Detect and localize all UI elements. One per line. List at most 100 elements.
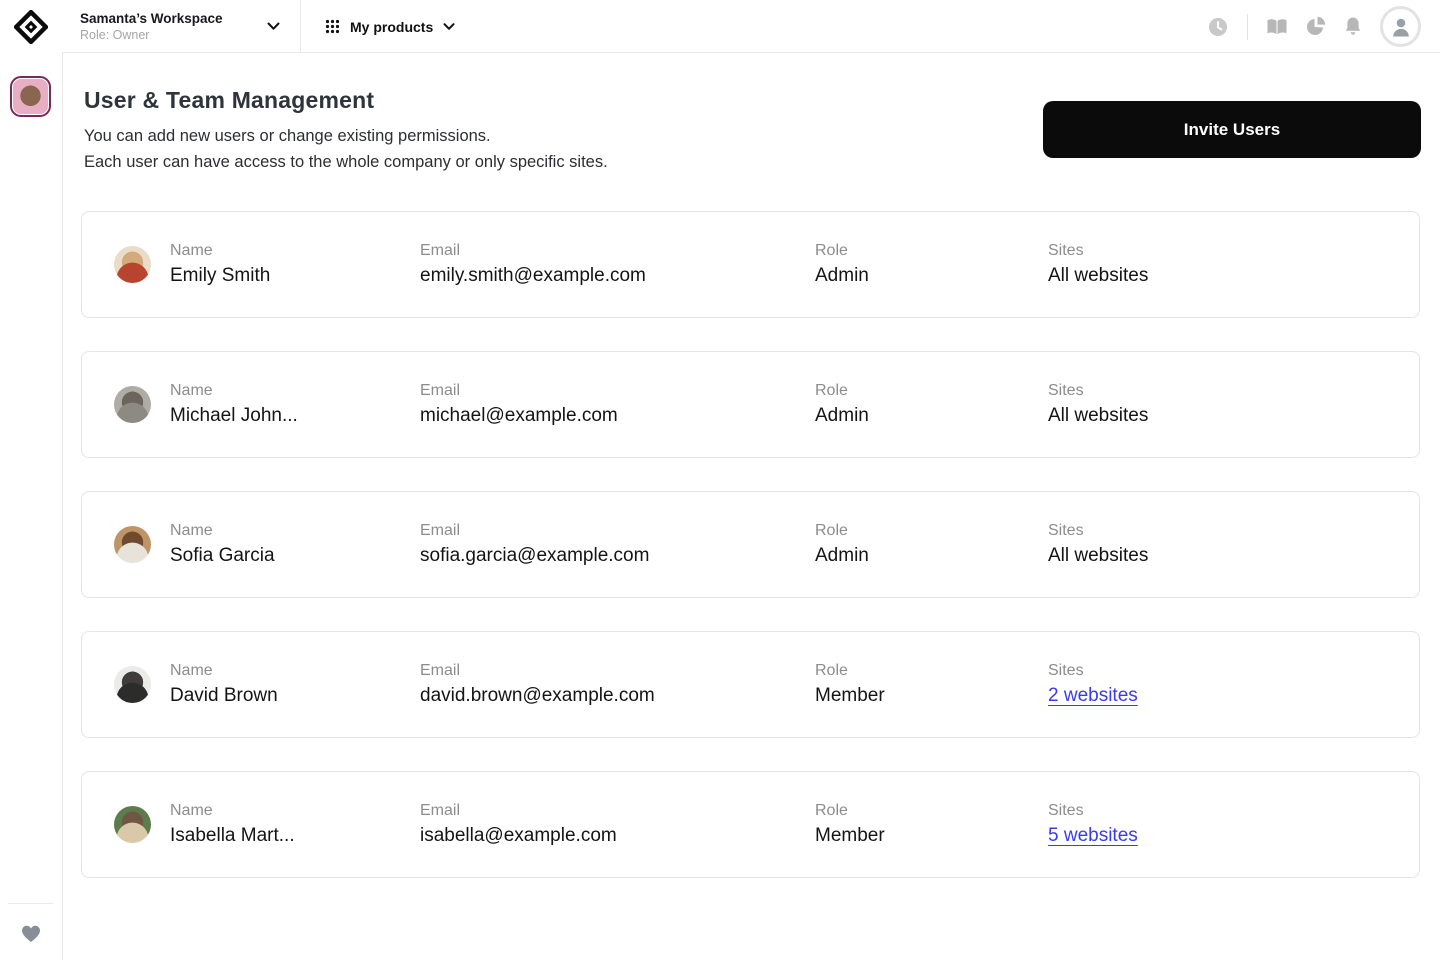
name-label: Name [170,522,213,539]
email-label: Email [420,382,461,399]
workspace-role: Role: Owner [80,28,150,42]
email-column: Email david.brown@example.com [420,662,815,707]
sites-column: Sites All websites [1048,382,1419,427]
name-label: Name [170,242,213,259]
sidebar-profile-avatar[interactable] [10,76,51,117]
sites-label: Sites [1048,802,1084,819]
user-role: Member [815,685,885,706]
name-column: Name Emily Smith [170,242,420,287]
user-name: Michael John... [170,405,298,426]
person-icon [1392,18,1409,36]
grid-dots-icon [325,19,340,34]
page-subtitle-line1: You can add new users or change existing… [84,127,491,145]
app-logo[interactable] [0,9,62,44]
page-header: User & Team Management You can add new u… [63,53,1440,175]
my-products-menu[interactable]: My products [301,19,455,35]
sidebar [0,53,63,960]
role-label: Role [815,522,848,539]
usage-pie-icon[interactable] [1304,16,1326,38]
user-sites: All websites [1048,405,1149,426]
user-avatar [114,806,151,843]
name-column: Name Michael John... [170,382,420,427]
user-email: sofia.garcia@example.com [420,545,650,566]
email-label: Email [420,522,461,539]
user-role: Admin [815,265,869,286]
user-sites[interactable]: 2 websites [1048,685,1419,707]
email-column: Email sofia.garcia@example.com [420,522,815,567]
main-content: User & Team Management You can add new u… [63,53,1440,960]
role-column: Role Member [815,662,1048,707]
user-email: michael@example.com [420,405,618,426]
user-name: Isabella Mart... [170,825,295,846]
user-sites: All websites [1048,545,1149,566]
email-label: Email [420,802,461,819]
account-avatar-button[interactable] [1380,6,1421,47]
name-label: Name [170,802,213,819]
sites-column: Sites All websites [1048,242,1419,287]
history-icon[interactable] [1207,16,1229,38]
user-row: Name Isabella Mart... Email isabella@exa… [81,771,1420,878]
role-column: Role Admin [815,242,1048,287]
sites-label: Sites [1048,662,1084,679]
topbar-actions [1207,6,1440,47]
page-title: User & Team Management [84,87,375,113]
workspace-name: Samanta’s Workspace [80,11,223,26]
email-column: Email emily.smith@example.com [420,242,815,287]
role-label: Role [815,242,848,259]
name-column: Name Sofia Garcia [170,522,420,567]
user-role: Member [815,825,885,846]
user-sites: All websites [1048,265,1149,286]
sidebar-profile-photo [13,79,48,114]
my-products-label: My products [350,18,434,35]
user-sites[interactable]: 5 websites [1048,825,1419,847]
sidebar-divider [8,903,53,904]
user-avatar [114,526,151,563]
role-column: Role Admin [815,522,1048,567]
name-column: Name Isabella Mart... [170,802,420,847]
sites-column: Sites 5 websites [1048,802,1419,847]
top-bar: Samanta’s Workspace Role: Owner My produ… [0,0,1440,53]
user-avatar [114,666,151,703]
workspace-selector[interactable]: Samanta’s Workspace Role: Owner [62,11,300,42]
sites-column: Sites All websites [1048,522,1419,567]
title-block: User & Team Management You can add new u… [84,87,608,175]
invite-users-button[interactable]: Invite Users [1043,101,1421,158]
notifications-bell-icon[interactable] [1342,16,1364,38]
user-name: Sofia Garcia [170,545,275,566]
role-label: Role [815,802,848,819]
icon-divider [1247,13,1248,40]
sites-label: Sites [1048,382,1084,399]
chevron-down-icon [267,22,280,30]
name-column: Name David Brown [170,662,420,707]
user-role: Admin [815,545,869,566]
docs-book-icon[interactable] [1266,16,1288,38]
user-name: David Brown [170,685,278,706]
user-row: Name David Brown Email david.brown@examp… [81,631,1420,738]
name-label: Name [170,382,213,399]
user-email: david.brown@example.com [420,685,655,706]
email-column: Email isabella@example.com [420,802,815,847]
user-row: Name Michael John... Email michael@examp… [81,351,1420,458]
favorites-heart-icon[interactable] [21,924,42,948]
user-row: Name Sofia Garcia Email sofia.garcia@exa… [81,491,1420,598]
role-column: Role Member [815,802,1048,847]
role-column: Role Admin [815,382,1048,427]
user-email: isabella@example.com [420,825,617,846]
name-label: Name [170,662,213,679]
sites-label: Sites [1048,242,1084,259]
user-avatar [114,386,151,423]
email-label: Email [420,662,461,679]
sites-label: Sites [1048,522,1084,539]
page-subtitle-line2: Each user can have access to the whole c… [84,153,608,171]
chevron-down-icon [443,22,455,30]
user-avatar [114,246,151,283]
users-list: Name Emily Smith Email emily.smith@examp… [63,211,1440,878]
role-label: Role [815,662,848,679]
user-name: Emily Smith [170,265,271,286]
email-column: Email michael@example.com [420,382,815,427]
role-label: Role [815,382,848,399]
email-label: Email [420,242,461,259]
user-email: emily.smith@example.com [420,265,646,286]
sites-column: Sites 2 websites [1048,662,1419,707]
brand-logo-icon [14,9,48,44]
